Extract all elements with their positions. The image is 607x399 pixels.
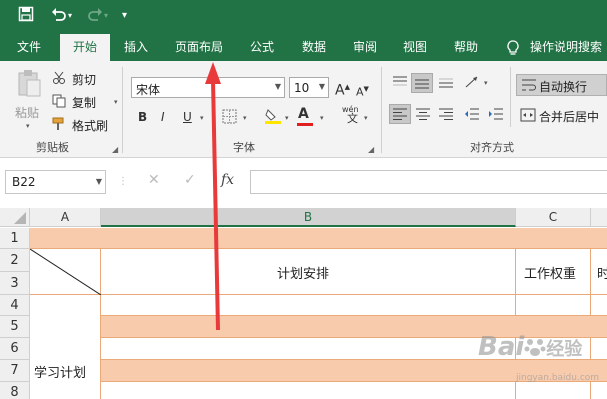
watermark-brand-tail: 经验 (546, 339, 583, 360)
watermark-logo: Bai 经验 (478, 332, 582, 362)
watermark-brand: Bai (478, 332, 525, 362)
watermark-url: jingyan.baidu.com (516, 373, 600, 383)
paw-icon (524, 339, 546, 356)
